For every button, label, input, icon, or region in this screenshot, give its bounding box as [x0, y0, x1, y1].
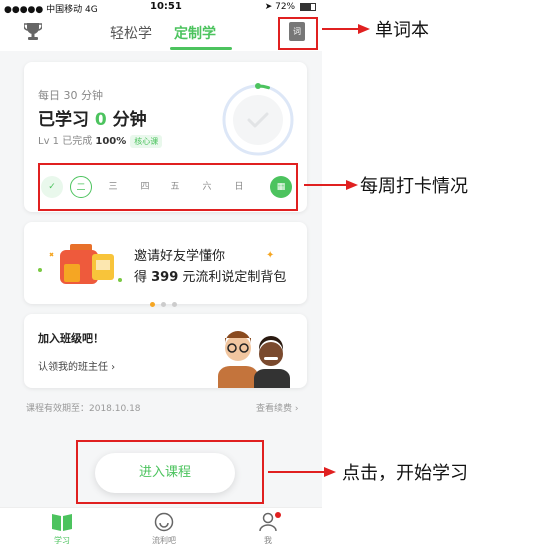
core-course-badge: 核心课: [130, 135, 163, 148]
book-icon: [52, 514, 72, 531]
top-header: 轻松学 定制学 词: [0, 15, 322, 51]
battery-percent: 72%: [275, 2, 296, 12]
reward-suffix: 元流利说定制背包: [178, 270, 287, 285]
nav-label-study: 学习: [54, 536, 70, 545]
invite-reward: 得 399 元流利说定制背包: [134, 266, 286, 285]
sparkle-icon: ✦: [266, 250, 275, 261]
daily-goal-label: 每日 30 分钟: [38, 89, 103, 102]
claim-teacher-link[interactable]: 认领我的班主任 ›: [38, 358, 115, 373]
teachers-illustration: [218, 331, 290, 388]
studied-minutes: 已学习 0 分钟: [38, 105, 147, 130]
arrow-vocab-icon: [322, 24, 370, 34]
tab-easy-learning[interactable]: 轻松学: [110, 23, 152, 43]
nav-label-me: 我: [264, 536, 272, 545]
nav-item-me[interactable]: 我: [238, 512, 298, 546]
level-percent: 100%: [95, 136, 127, 147]
nav-item-study[interactable]: 学习: [32, 512, 92, 546]
carousel-dots[interactable]: [150, 292, 183, 311]
status-bar: ●●●●● 中国移动 4G 10:51 ➤ 72%: [0, 0, 322, 15]
progress-ring[interactable]: [221, 83, 295, 157]
active-tab-indicator: [170, 47, 232, 50]
gift-icon[interactable]: ▦: [270, 176, 292, 198]
carrier-text: ●●●●● 中国移动 4G: [4, 5, 98, 15]
week-day-thu: 四: [140, 182, 150, 192]
annotation-week: 每周打卡情况: [360, 176, 468, 197]
annotation-start: 点击，开始学习: [342, 463, 468, 484]
clock: 10:51: [150, 1, 182, 12]
week-day-fri: 五: [170, 182, 180, 192]
renew-link[interactable]: 查看续费 ›: [256, 401, 298, 414]
backpack-illustration: [38, 244, 122, 284]
join-class-title: 加入班级吧！: [38, 332, 104, 345]
week-day-mon: ✓: [41, 176, 63, 198]
week-day-wed: 三: [108, 182, 118, 192]
week-day-sat: 六: [202, 182, 212, 192]
week-day-tue: 二: [70, 176, 92, 198]
smile-icon: [154, 512, 174, 532]
bottom-navigation: 学习 流利吧 我: [0, 507, 322, 554]
trophy-icon[interactable]: [24, 22, 42, 42]
invite-title: 邀请好友学懂你: [134, 249, 226, 264]
reward-amount: 399: [151, 270, 179, 285]
arrow-week-icon: [304, 180, 358, 190]
nav-label-community: 流利吧: [152, 536, 176, 545]
vocab-highlight-box: [278, 17, 318, 50]
location-icon: ➤: [264, 2, 273, 12]
battery-indicator: ➤ 72%: [265, 2, 316, 12]
enter-course-button[interactable]: 进入课程: [95, 453, 235, 493]
week-day-sun: 日: [234, 182, 244, 192]
notification-dot: [275, 512, 281, 518]
reward-prefix: 得: [134, 270, 152, 285]
studied-value: 0: [94, 110, 107, 130]
nav-item-community[interactable]: 流利吧: [134, 512, 194, 546]
arrow-start-icon: [268, 467, 336, 477]
annotation-vocab: 单词本: [375, 20, 429, 41]
studied-prefix: 已学习: [38, 110, 95, 130]
course-validity: 课程有效期至：2018.10.18: [26, 404, 141, 414]
battery-icon: [300, 2, 316, 11]
level-status: Lv 1 已完成 100% 核心课: [38, 132, 163, 148]
level-prefix: Lv 1 已完成: [38, 136, 96, 147]
studied-suffix: 分钟: [106, 110, 147, 130]
tab-custom-learning[interactable]: 定制学: [174, 23, 216, 43]
